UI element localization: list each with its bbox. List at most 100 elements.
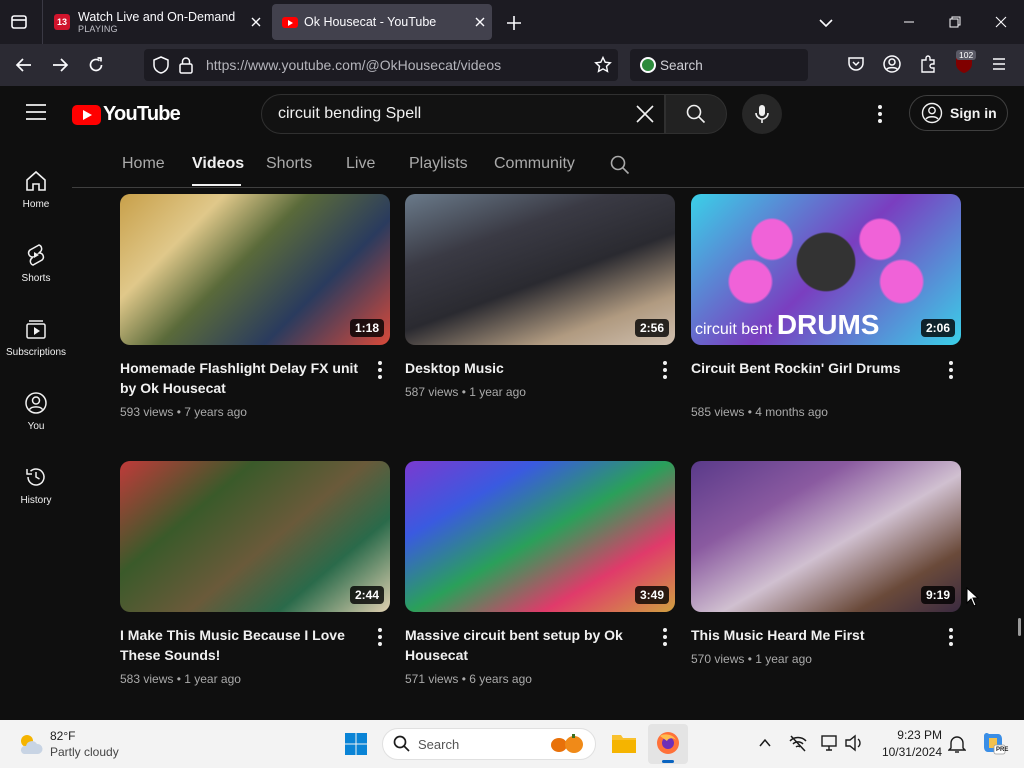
- start-button[interactable]: [344, 732, 368, 756]
- taskbar-search-label: Search: [418, 737, 460, 752]
- list-all-tabs-button[interactable]: [816, 13, 836, 33]
- video-action-menu-button[interactable]: [943, 360, 959, 380]
- youtube-logo[interactable]: YouTube: [72, 103, 181, 126]
- video-thumbnail[interactable]: 2:44: [120, 461, 390, 612]
- video-card[interactable]: 2:56 Desktop Music 587 views • 1 year ago: [405, 194, 675, 424]
- video-title[interactable]: Massive circuit bent setup by Ok Houseca…: [405, 625, 650, 665]
- video-thumbnail[interactable]: 2:56: [405, 194, 675, 345]
- volume-button[interactable]: [844, 734, 864, 752]
- weather-widget[interactable]: 82°F Partly cloudy: [16, 728, 146, 762]
- video-card[interactable]: 2:44 I Make This Music Because I Love The…: [120, 461, 390, 691]
- tab-live[interactable]: Live: [346, 155, 375, 173]
- video-title[interactable]: Circuit Bent Rockin' Girl Drums: [691, 358, 936, 378]
- video-title[interactable]: This Music Heard Me First: [691, 625, 936, 645]
- ublock-extension-button[interactable]: 102: [954, 50, 977, 74]
- tab-playlists[interactable]: Playlists: [409, 155, 468, 173]
- search-engine-icon: [640, 57, 656, 73]
- url-bar[interactable]: https://www.youtube.com/@OkHousecat/vide…: [144, 49, 618, 81]
- close-icon: [636, 105, 654, 123]
- video-thumbnail[interactable]: 3:49: [405, 461, 675, 612]
- guide-menu-button[interactable]: [24, 102, 48, 122]
- youtube-search-box[interactable]: circuit bending Spell: [261, 94, 665, 134]
- bookmark-star-button[interactable]: [594, 56, 612, 74]
- no-network-icon: [789, 735, 807, 752]
- speaker-icon: [845, 734, 861, 752]
- browser-search-bar[interactable]: Search: [630, 49, 808, 81]
- video-duration: 9:19: [920, 586, 955, 604]
- youtube-search-button[interactable]: [665, 94, 727, 134]
- leftnav-home[interactable]: Home: [0, 152, 72, 226]
- app-menu-button[interactable]: [990, 56, 1008, 72]
- video-card[interactable]: circuit bent DRUMS 2:06 Circuit Bent Rocki…: [691, 194, 961, 424]
- tab-close-button[interactable]: [248, 14, 264, 30]
- show-hidden-icons-button[interactable]: [758, 736, 772, 750]
- tab-videos[interactable]: Videos: [192, 155, 244, 173]
- video-card[interactable]: 9:19 This Music Heard Me First 570 views •…: [691, 461, 961, 691]
- video-action-menu-button[interactable]: [657, 360, 673, 380]
- clock-button[interactable]: 9:23 PM 10/31/2024: [872, 726, 942, 762]
- tab-shorts[interactable]: Shorts: [266, 155, 312, 173]
- video-title[interactable]: Homemade Flashlight Delay FX unit by Ok …: [120, 358, 365, 398]
- video-action-menu-button[interactable]: [657, 627, 673, 647]
- youtube-logo-text: YouTube: [103, 103, 181, 125]
- voice-search-button[interactable]: [742, 94, 782, 134]
- tab-community[interactable]: Community: [494, 155, 575, 173]
- account-button[interactable]: [882, 54, 902, 74]
- video-action-menu-button[interactable]: [943, 627, 959, 647]
- close-icon: [251, 17, 261, 27]
- notifications-button[interactable]: [948, 734, 966, 754]
- new-tab-button[interactable]: [504, 13, 524, 33]
- display-projection-button[interactable]: [820, 734, 840, 752]
- url-text: https://www.youtube.com/@OkHousecat/vide…: [206, 57, 502, 73]
- tab-ok-housecat[interactable]: Ok Housecat - YouTube: [272, 4, 492, 40]
- leftnav-shorts[interactable]: Shorts: [0, 226, 72, 300]
- extensions-button[interactable]: [918, 54, 938, 74]
- pocket-button[interactable]: [846, 54, 866, 74]
- leftnav-label: History: [20, 494, 52, 506]
- tabs-divider: [72, 187, 1024, 188]
- lock-icon[interactable]: [178, 56, 194, 74]
- video-card[interactable]: 3:49 Massive circuit bent setup by Ok Hou…: [405, 461, 675, 691]
- video-thumbnail[interactable]: circuit bent DRUMS 2:06: [691, 194, 961, 345]
- more-vert-icon: [949, 361, 953, 379]
- tab-close-button[interactable]: [472, 14, 488, 30]
- channel-search-button[interactable]: [610, 155, 630, 175]
- minimize-button[interactable]: [886, 0, 932, 44]
- tab-list-button[interactable]: [8, 12, 30, 32]
- restore-button[interactable]: [932, 0, 978, 44]
- leftnav-history[interactable]: History: [0, 448, 72, 522]
- page-scrollbar[interactable]: [1018, 618, 1021, 636]
- tab-home[interactable]: Home: [122, 155, 165, 173]
- windows-logo-icon: [345, 733, 367, 755]
- video-title[interactable]: Desktop Music: [405, 358, 650, 378]
- reload-button[interactable]: [82, 51, 110, 79]
- settings-menu-button[interactable]: [872, 103, 888, 125]
- video-thumbnail[interactable]: 1:18: [120, 194, 390, 345]
- sign-in-button[interactable]: Sign in: [909, 95, 1008, 131]
- clear-search-button[interactable]: [634, 103, 656, 125]
- subscriptions-icon: [26, 319, 46, 339]
- video-action-menu-button[interactable]: [372, 627, 388, 647]
- firefox-taskbar-button[interactable]: [648, 724, 688, 764]
- back-button[interactable]: [10, 51, 38, 79]
- close-window-button[interactable]: [978, 0, 1024, 44]
- file-explorer-button[interactable]: [610, 730, 638, 756]
- taskbar-search-box[interactable]: Search: [382, 728, 596, 760]
- youtube-search-input[interactable]: circuit bending Spell: [278, 105, 421, 123]
- video-action-menu-button[interactable]: [372, 360, 388, 380]
- video-card[interactable]: 1:18 Homemade Flashlight Delay FX unit by…: [120, 194, 390, 424]
- video-title[interactable]: I Make This Music Because I Love These S…: [120, 625, 365, 665]
- leftnav-you[interactable]: You: [0, 374, 72, 448]
- video-thumbnail[interactable]: 9:19: [691, 461, 961, 612]
- network-status-button[interactable]: [788, 734, 808, 752]
- folder-icon: [612, 735, 636, 753]
- tracking-protection-icon[interactable]: [152, 56, 170, 74]
- video-metadata: 587 views • 1 year ago: [405, 385, 526, 399]
- account-icon: [883, 55, 901, 73]
- video-duration: 2:06: [920, 319, 955, 337]
- forward-button[interactable]: [46, 51, 74, 79]
- tab-watch-live[interactable]: 13 Watch Live and On-Demand Vi PLAYING: [46, 0, 270, 44]
- copilot-button[interactable]: PRE: [980, 730, 1008, 756]
- leftnav-subscriptions[interactable]: Subscriptions: [0, 300, 72, 374]
- browser-search-placeholder: Search: [660, 58, 703, 73]
